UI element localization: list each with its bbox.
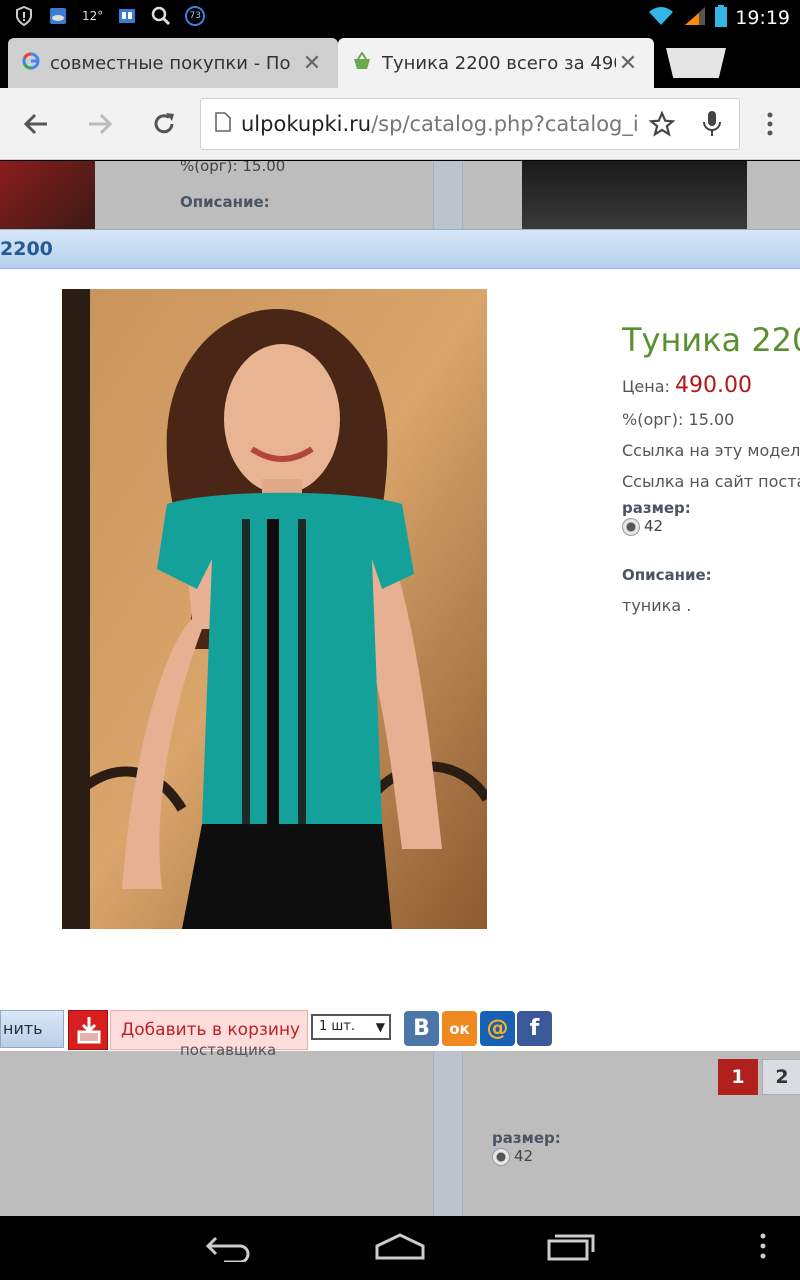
vk-share-icon[interactable]: В	[404, 1011, 439, 1046]
quantity-value: 1 шт.	[319, 1019, 356, 1034]
url-text: ulpokupki.ru/sp/catalog.php?catalog_id=	[241, 112, 639, 136]
title-bar-text: 2200	[0, 238, 53, 260]
recent-apps-icon[interactable]	[546, 1232, 596, 1262]
size-option[interactable]: 42	[622, 517, 800, 536]
product-title-bar: 2200	[0, 229, 800, 269]
description-label: Описание:	[622, 565, 712, 584]
address-bar[interactable]: ulpokupki.ru/sp/catalog.php?catalog_id=	[200, 98, 740, 150]
microphone-icon[interactable]	[685, 110, 739, 138]
star-icon[interactable]	[639, 111, 685, 137]
weather-icon	[48, 6, 68, 26]
close-icon[interactable]: ✕	[616, 51, 640, 76]
reload-icon[interactable]	[146, 106, 182, 142]
cart-add-icon[interactable]	[68, 1010, 108, 1050]
new-tab-button[interactable]	[666, 48, 726, 78]
radio-button-icon[interactable]	[492, 1147, 510, 1166]
dimmed-listing-top: %(орг): 15.00 Описание:	[0, 161, 800, 229]
battery-icon	[715, 5, 728, 31]
fb-share-label: f	[529, 1016, 540, 1041]
back-nav-icon[interactable]	[204, 1232, 254, 1262]
product-thumbnail	[522, 161, 747, 229]
close-icon[interactable]: ✕	[300, 51, 324, 76]
page-button-1[interactable]: 1	[718, 1059, 758, 1095]
model-link[interactable]: Ссылка на эту модель	[622, 441, 800, 460]
product-title: Туника 2200	[622, 321, 800, 359]
vk-share-label: В	[413, 1016, 430, 1041]
supplier-link[interactable]: Ссылка на сайт постав	[622, 472, 800, 491]
back-icon[interactable]	[18, 106, 54, 142]
size-option-label: 42	[644, 517, 664, 535]
search-icon	[151, 6, 171, 26]
price-value: 490.00	[675, 373, 752, 398]
mail-share-label: @	[486, 1016, 509, 1041]
divider	[433, 161, 463, 229]
listing-org-text: %(орг): 15.00	[180, 161, 286, 175]
listing-size-option[interactable]: 42	[492, 1147, 533, 1166]
menu-icon[interactable]	[752, 106, 788, 142]
notification-count-badge: 73	[185, 6, 206, 26]
org-fee: %(орг): 15.00	[622, 410, 735, 429]
product-photo[interactable]	[62, 289, 487, 929]
quantity-select[interactable]: 1 шт. ▼	[311, 1014, 391, 1040]
clock: 19:19	[735, 7, 790, 29]
product-info: Туника 2200 Цена: 490.00 %(орг): 15.00 С…	[622, 321, 800, 615]
mailru-share-icon[interactable]: @	[480, 1011, 515, 1046]
tab-title: Туника 2200 всего за 490.	[382, 52, 616, 74]
facebook-share-icon[interactable]: f	[517, 1011, 552, 1046]
temperature-text: 12°	[82, 9, 104, 23]
basket-icon	[352, 51, 372, 74]
chevron-down-icon: ▼	[375, 1020, 385, 1034]
tab-active[interactable]: Туника 2200 всего за 490. ✕	[338, 38, 654, 88]
wifi-icon	[647, 5, 675, 31]
odnoklassniki-share-icon[interactable]: ок	[442, 1011, 477, 1046]
page-icon	[215, 112, 231, 136]
page-button-2[interactable]: 2	[762, 1059, 800, 1095]
url-host: ulpokupki.ru	[241, 112, 372, 136]
overflow-menu-icon[interactable]	[760, 1232, 766, 1260]
book-icon	[117, 6, 137, 26]
listing-size-label: размер:	[492, 1129, 561, 1147]
google-icon	[22, 52, 40, 74]
browser-toolbar: ulpokupki.ru/sp/catalog.php?catalog_id=	[0, 88, 800, 160]
listing-description-label: Описание:	[180, 193, 270, 211]
forward-icon[interactable]	[82, 106, 118, 142]
tab-strip: совместные покупки - По ✕ Туника 2200 вс…	[0, 34, 800, 88]
price-label: Цена:	[622, 377, 670, 396]
signal-icon	[683, 5, 707, 31]
dimmed-listing-bottom: поставщика 1 2 размер: 42	[0, 1041, 800, 1216]
radio-button-icon[interactable]	[622, 517, 640, 536]
tab-title: совместные покупки - По	[50, 52, 291, 74]
web-page: %(орг): 15.00 Описание: 2200 Туника 22 Ц…	[0, 161, 800, 1216]
action-bar: нить Добавить в корзину 1 шт. ▼ В ок @ f	[0, 1009, 800, 1051]
alert-icon	[14, 6, 34, 26]
ok-share-label: ок	[449, 1019, 470, 1038]
size-label: размер:	[622, 499, 691, 517]
home-nav-icon[interactable]	[374, 1232, 426, 1262]
product-thumbnail	[0, 161, 95, 229]
status-bar: 12° 73 19:19	[0, 0, 800, 34]
divider	[433, 1051, 463, 1216]
tab-inactive[interactable]: совместные покупки - По ✕	[8, 38, 338, 88]
partial-button[interactable]: нить	[0, 1010, 64, 1048]
listing-supplier-link: поставщика	[180, 1041, 277, 1059]
description-text: туника .	[622, 595, 692, 615]
navigation-bar	[0, 1216, 800, 1280]
listing-size-value: 42	[514, 1147, 534, 1165]
url-path: /sp/catalog.php?catalog_id=	[371, 112, 639, 136]
